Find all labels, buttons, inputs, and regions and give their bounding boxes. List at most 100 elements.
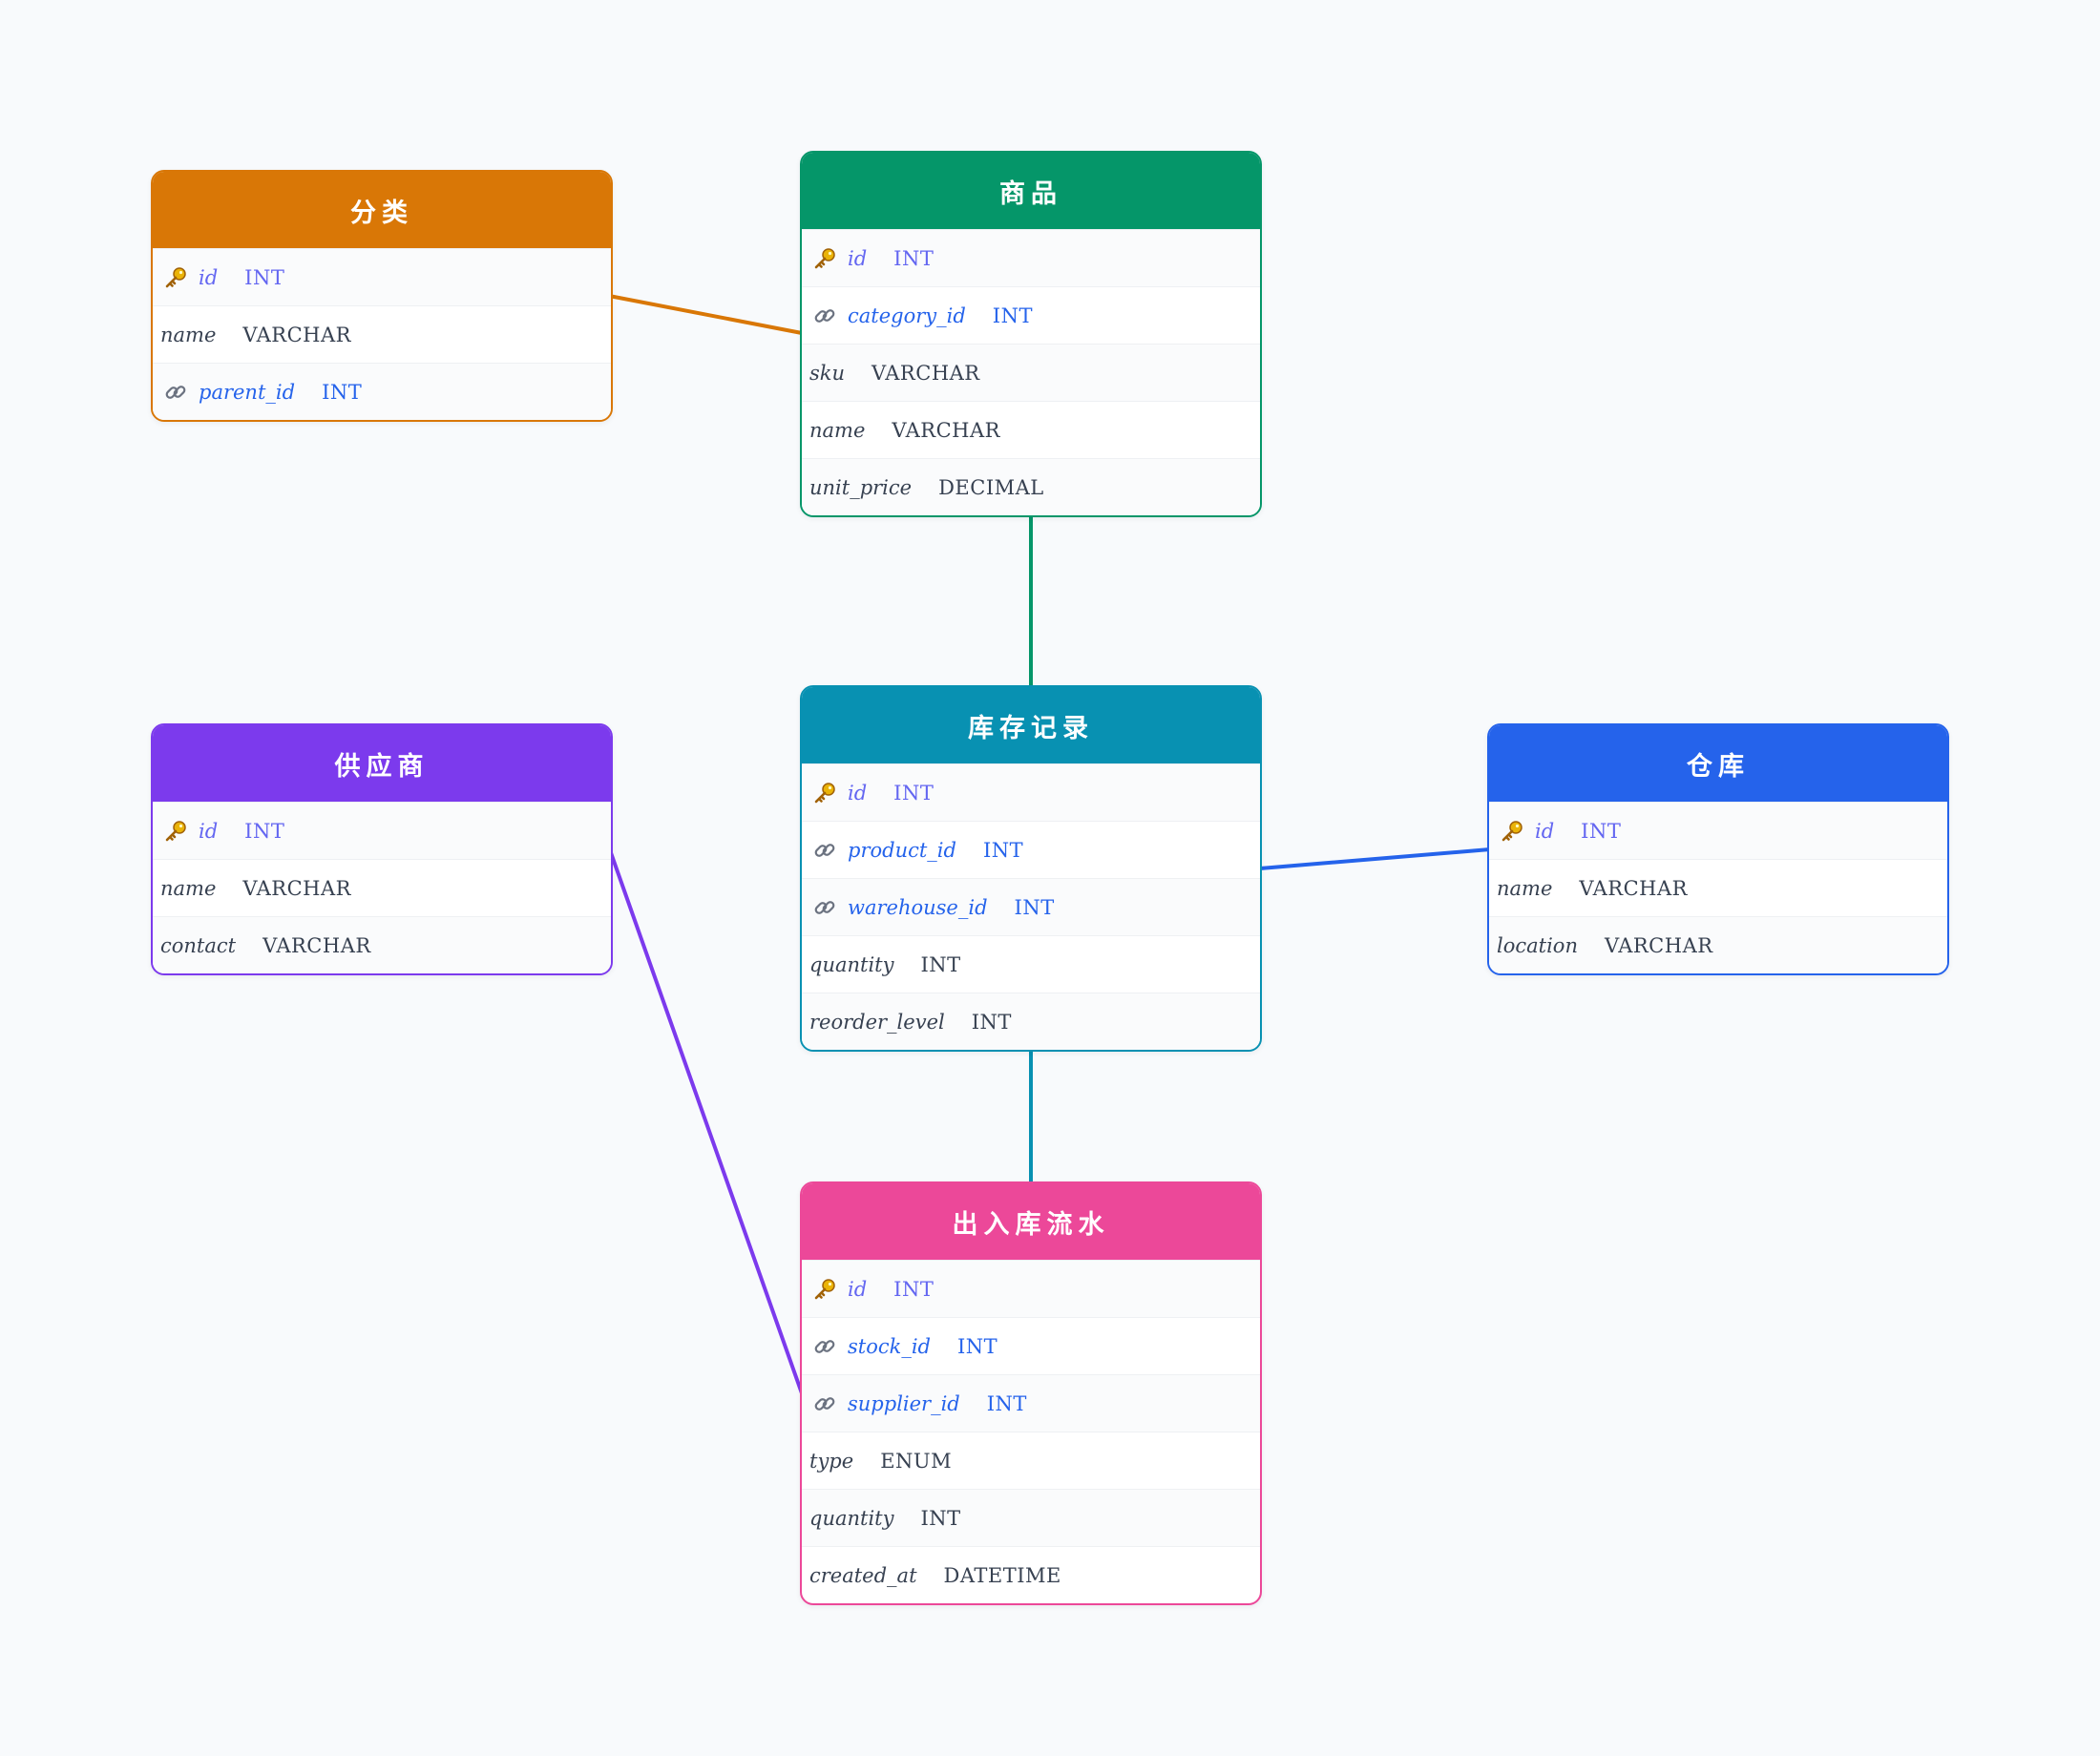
field-name: sku — [809, 361, 846, 385]
field-name: name — [160, 876, 217, 900]
table-header: 出入库流水 — [802, 1183, 1260, 1260]
field-name: type — [809, 1449, 854, 1473]
field-row-supplier-id[interactable]: supplier_id INT — [802, 1374, 1260, 1432]
table-fields: id INT product_id INT warehouse_id INT quantit… — [802, 763, 1260, 1050]
field-name: quantity — [809, 1506, 894, 1530]
field-type: DECIMAL — [938, 475, 1044, 499]
field-type: VARCHAR — [242, 323, 351, 346]
table-header: 分类 — [153, 172, 611, 248]
table-fields: id INT stock_id INT supplier_id INT type ENUM qu… — [802, 1260, 1260, 1603]
field-type: VARCHAR — [892, 418, 1000, 442]
field-type: INT — [920, 952, 961, 976]
field-type: INT — [893, 781, 934, 805]
field-row-unit-price[interactable]: unit_price DECIMAL — [802, 458, 1260, 515]
table-header: 供应商 — [153, 725, 611, 802]
field-type: INT — [982, 838, 1024, 862]
field-row-created-at[interactable]: created_at DATETIME — [802, 1546, 1260, 1603]
field-row-stock-id[interactable]: stock_id INT — [802, 1317, 1260, 1374]
field-name: warehouse_id — [848, 895, 988, 919]
field-type: INT — [957, 1334, 998, 1358]
field-name: unit_price — [809, 475, 913, 499]
field-type: VARCHAR — [242, 876, 351, 900]
link-icon — [809, 1334, 840, 1359]
field-name: product_id — [848, 838, 956, 862]
field-row-contact[interactable]: contact VARCHAR — [153, 916, 611, 973]
field-row-location[interactable]: location VARCHAR — [1489, 916, 1947, 973]
field-type: INT — [893, 246, 934, 270]
field-row-id[interactable]: id INT — [153, 802, 611, 859]
table-fields: id INT name VARCHAR contact VARCHAR — [153, 802, 611, 973]
field-type: INT — [244, 265, 285, 289]
key-icon — [809, 1277, 840, 1302]
field-row-name[interactable]: name VARCHAR — [1489, 859, 1947, 916]
field-name: id — [1535, 819, 1555, 843]
table-header: 库存记录 — [802, 687, 1260, 763]
field-row-product-id[interactable]: product_id INT — [802, 821, 1260, 878]
relation-warehouse-stock[interactable] — [1258, 847, 1492, 870]
field-type: INT — [986, 1391, 1027, 1415]
table-header: 商品 — [802, 153, 1260, 229]
field-name: location — [1497, 933, 1578, 957]
field-type: INT — [322, 380, 363, 404]
field-row-warehouse-id[interactable]: warehouse_id INT — [802, 878, 1260, 935]
field-type: INT — [244, 819, 285, 843]
table-category[interactable]: 分类 id INT name VARCHAR parent_id INT — [151, 170, 613, 422]
field-row-category-id[interactable]: category_id INT — [802, 286, 1260, 344]
field-row-sku[interactable]: sku VARCHAR — [802, 344, 1260, 401]
field-type: INT — [1581, 819, 1622, 843]
link-icon — [160, 380, 191, 405]
key-icon — [809, 246, 840, 271]
table-warehouse[interactable]: 仓库 id INT name VARCHAR location VARCHAR — [1487, 723, 1949, 975]
field-name: parent_id — [199, 380, 296, 404]
field-row-name[interactable]: name VARCHAR — [802, 401, 1260, 458]
table-header: 仓库 — [1489, 725, 1947, 802]
link-icon — [809, 303, 840, 328]
key-icon — [1497, 819, 1527, 844]
field-name: id — [848, 781, 868, 805]
field-row-id[interactable]: id INT — [153, 248, 611, 305]
field-name: name — [160, 323, 217, 346]
field-name: id — [199, 819, 219, 843]
field-name: quantity — [809, 952, 894, 976]
field-name: name — [809, 418, 866, 442]
table-fields: id INT name VARCHAR location VARCHAR — [1489, 802, 1947, 973]
field-name: contact — [160, 933, 237, 957]
field-row-quantity[interactable]: quantity INT — [802, 935, 1260, 993]
field-type: INT — [893, 1277, 934, 1301]
field-row-parent-id[interactable]: parent_id INT — [153, 363, 611, 420]
field-row-quantity[interactable]: quantity INT — [802, 1489, 1260, 1546]
field-type: VARCHAR — [262, 933, 371, 957]
field-row-name[interactable]: name VARCHAR — [153, 859, 611, 916]
field-row-reorder-level[interactable]: reorder_level INT — [802, 993, 1260, 1050]
table-supplier[interactable]: 供应商 id INT name VARCHAR contact VARCHAR — [151, 723, 613, 975]
field-type: INT — [920, 1506, 961, 1530]
field-type: ENUM — [880, 1449, 953, 1473]
field-row-id[interactable]: id INT — [1489, 802, 1947, 859]
relation-category-product[interactable] — [607, 294, 804, 335]
relation-supplier-movement[interactable] — [607, 846, 804, 1395]
key-icon — [160, 819, 191, 844]
key-icon — [160, 265, 191, 290]
link-icon — [809, 895, 840, 920]
field-name: created_at — [809, 1563, 917, 1587]
key-icon — [809, 781, 840, 805]
table-product[interactable]: 商品 id INT category_id INT sku VARCHAR name VARC… — [800, 151, 1262, 517]
field-name: id — [199, 265, 219, 289]
field-row-id[interactable]: id INT — [802, 1260, 1260, 1317]
field-name: name — [1497, 876, 1553, 900]
field-row-id[interactable]: id INT — [802, 229, 1260, 286]
field-row-type[interactable]: type ENUM — [802, 1432, 1260, 1489]
field-row-id[interactable]: id INT — [802, 763, 1260, 821]
field-type: VARCHAR — [1579, 876, 1688, 900]
field-name: supplier_id — [848, 1391, 960, 1415]
field-name: stock_id — [848, 1334, 932, 1358]
field-type: DATETIME — [943, 1563, 1061, 1587]
field-type: INT — [971, 1010, 1012, 1034]
table-movement[interactable]: 出入库流水 id INT stock_id INT supplier_id INT type… — [800, 1181, 1262, 1605]
field-name: category_id — [848, 303, 966, 327]
field-name: id — [848, 1277, 868, 1301]
field-name: reorder_level — [809, 1010, 945, 1034]
field-type: VARCHAR — [872, 361, 980, 385]
field-row-name[interactable]: name VARCHAR — [153, 305, 611, 363]
table-stock[interactable]: 库存记录 id INT product_id INT warehouse_id INT qu… — [800, 685, 1262, 1052]
